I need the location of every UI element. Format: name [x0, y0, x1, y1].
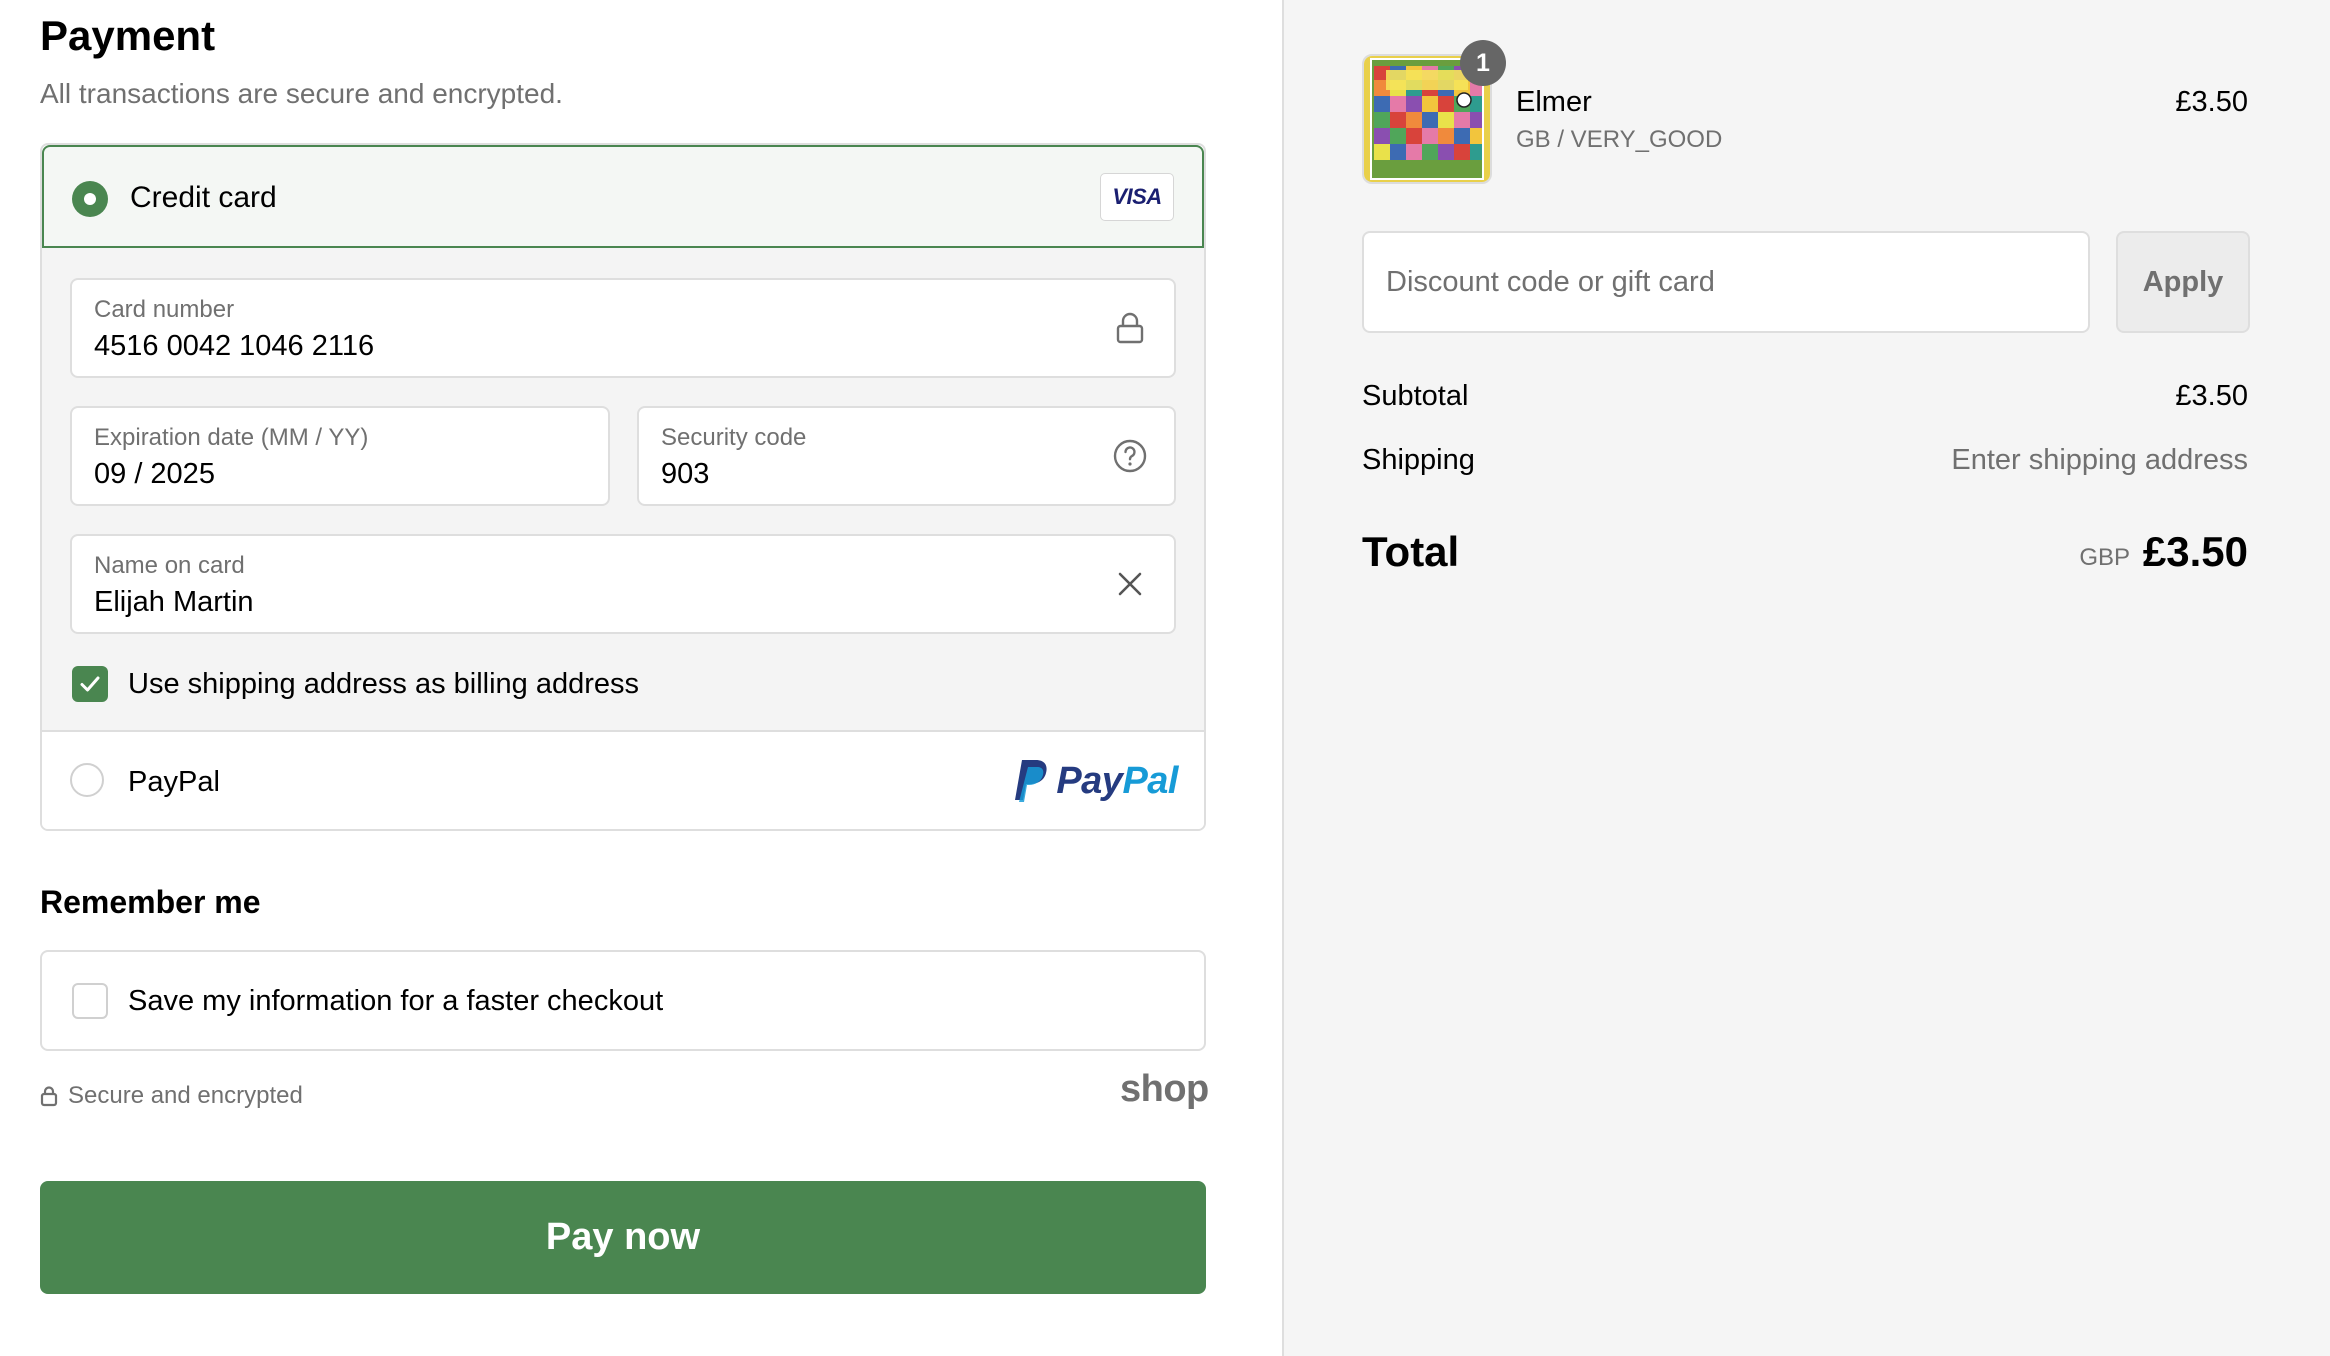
save-info-label[interactable]: Save my information for a faster checkou…: [128, 985, 663, 1018]
small-lock-icon: [40, 1086, 58, 1107]
security-code-field[interactable]: Security code 903: [637, 406, 1176, 506]
total-value: £3.50: [2142, 528, 2248, 575]
paypal-logo-pal: Pal: [1122, 759, 1178, 802]
shipping-value: Enter shipping address: [1951, 444, 2248, 476]
discount-code-input[interactable]: [1362, 231, 2090, 333]
card-number-value[interactable]: 4516 0042 1046 2116: [94, 330, 374, 363]
remember-me-box: Save my information for a faster checkou…: [40, 950, 1206, 1051]
security-code-label: Security code: [661, 424, 807, 451]
paypal-logo: Pay Pal: [1012, 756, 1178, 806]
save-info-checkbox[interactable]: [72, 983, 108, 1019]
product-name: Elmer: [1516, 86, 1592, 118]
pay-now-button[interactable]: Pay now: [40, 1181, 1206, 1294]
paypal-label: PayPal: [128, 766, 220, 798]
secure-text: Secure and encrypted: [68, 1082, 303, 1109]
payment-methods: Credit card VISA Card number 4516 0042 1…: [40, 143, 1206, 831]
subtotal-value: £3.50: [2175, 380, 2248, 412]
name-on-card-value[interactable]: Elijah Martin: [94, 586, 254, 619]
quantity-badge: 1: [1460, 40, 1506, 86]
paypal-radio[interactable]: [70, 763, 104, 797]
product-variant: GB / VERY_GOOD: [1516, 126, 1723, 153]
visa-icon: VISA: [1100, 173, 1174, 221]
shop-logo: shop: [1120, 1068, 1209, 1110]
lock-icon: [1116, 312, 1144, 344]
card-number-field[interactable]: Card number 4516 0042 1046 2116: [70, 278, 1176, 378]
paypal-logo-pay: Pay: [1056, 759, 1123, 802]
help-icon[interactable]: [1112, 438, 1148, 474]
secure-note: Secure and encrypted: [40, 1082, 303, 1110]
paypal-option[interactable]: PayPal Pay Pal: [42, 730, 1204, 829]
billing-address-label[interactable]: Use shipping address as billing address: [128, 668, 639, 701]
remember-me-title: Remember me: [40, 884, 261, 920]
card-number-label: Card number: [94, 296, 235, 323]
name-on-card-label: Name on card: [94, 552, 245, 579]
credit-card-label: Credit card: [130, 181, 277, 214]
expiration-field[interactable]: Expiration date (MM / YY) 09 / 2025: [70, 406, 610, 506]
shipping-label: Shipping: [1362, 444, 1475, 476]
name-on-card-field[interactable]: Name on card Elijah Martin: [70, 534, 1176, 634]
product-price: £3.50: [2175, 86, 2248, 118]
credit-card-option[interactable]: Credit card VISA: [42, 145, 1204, 248]
subtotal-label: Subtotal: [1362, 380, 1469, 412]
apply-discount-button[interactable]: Apply: [2116, 231, 2250, 333]
total-currency: GBP: [2079, 544, 2130, 571]
payment-title: Payment: [40, 12, 216, 59]
check-icon: [80, 676, 100, 692]
total-label: Total: [1362, 528, 1460, 575]
security-code-value[interactable]: 903: [661, 458, 709, 491]
paypal-p-icon: [1015, 760, 1047, 802]
payment-subtitle: All transactions are secure and encrypte…: [40, 78, 563, 109]
credit-card-radio[interactable]: [72, 181, 108, 217]
expiration-value[interactable]: 09 / 2025: [94, 458, 215, 491]
clear-icon[interactable]: [1112, 566, 1148, 602]
billing-address-checkbox[interactable]: [72, 666, 108, 702]
order-summary-panel: 1 Elmer GB / VERY_GOOD £3.50 Apply Subto…: [1282, 0, 2330, 1356]
expiration-label: Expiration date (MM / YY): [94, 424, 369, 451]
payment-panel: Payment All transactions are secure and …: [0, 0, 1282, 1356]
